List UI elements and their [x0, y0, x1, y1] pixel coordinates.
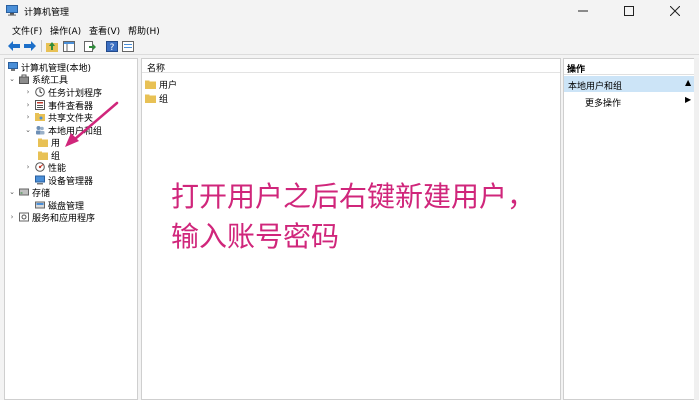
- close-icon: [670, 6, 680, 16]
- tree-item-label: 服务和应用程序: [32, 213, 96, 224]
- title-bar: 计算机管理: [0, 0, 699, 22]
- chevron-right-icon[interactable]: ›: [8, 213, 16, 221]
- maximize-button[interactable]: [606, 0, 652, 22]
- console-tree-pane: 计算机管理(本地) ⌄ 系统工具 › 任务计划程序 › 事件查看器 › 共享文件…: [4, 58, 138, 400]
- export-list-button[interactable]: [83, 39, 97, 53]
- results-pane: 名称 用户 组 打开用户之后右键新建用户， 输入账号密码: [141, 58, 561, 400]
- back-arrow-icon: [8, 41, 20, 51]
- annotation-arrow: [65, 101, 119, 147]
- storage-icon: [19, 187, 29, 197]
- more-actions-item[interactable]: 更多操作 ▶: [564, 94, 694, 109]
- chevron-up-icon[interactable]: ▲: [685, 78, 691, 87]
- close-button[interactable]: [652, 0, 698, 22]
- disk-icon: [35, 200, 45, 210]
- tree-item-services-apps[interactable]: › 服务和应用程序: [8, 211, 96, 224]
- properties-icon: [122, 40, 134, 52]
- properties-button[interactable]: [121, 39, 135, 53]
- actions-scrollbar[interactable]: [694, 58, 699, 400]
- up-level-button[interactable]: [45, 39, 59, 53]
- more-actions-label: 更多操作: [585, 99, 622, 109]
- menu-action[interactable]: 操作(A): [50, 24, 81, 37]
- up-folder-icon: [46, 41, 58, 52]
- column-header-name[interactable]: 名称: [142, 59, 560, 74]
- list-item-groups[interactable]: 组: [145, 92, 169, 105]
- chevron-right-icon: ▶: [685, 95, 692, 104]
- actions-section-label: 本地用户和组: [568, 82, 623, 92]
- list-item-label: 用户: [159, 80, 178, 91]
- tree-item-device-manager[interactable]: 设备管理器: [24, 174, 94, 187]
- menu-view[interactable]: 查看(V): [89, 24, 120, 37]
- menu-file[interactable]: 文件(F): [12, 24, 42, 37]
- help-button[interactable]: ?: [105, 39, 119, 53]
- services-icon: [19, 212, 29, 222]
- show-hide-tree-button[interactable]: [62, 39, 76, 53]
- forward-button[interactable]: [23, 39, 37, 53]
- menu-help[interactable]: 帮助(H): [128, 24, 160, 37]
- minimize-icon: [578, 10, 588, 12]
- folder-icon: [145, 80, 156, 89]
- svg-text:?: ?: [110, 43, 115, 52]
- chevron-down-icon[interactable]: ⌄: [8, 188, 16, 196]
- actions-pane: 操作 本地用户和组 ▲ 更多操作 ▶: [563, 58, 695, 400]
- tree-item-label: 设备管理器: [48, 176, 94, 187]
- device-manager-icon: [35, 175, 45, 185]
- tree-item-label: 存储: [32, 188, 51, 199]
- folder-icon: [145, 94, 156, 103]
- minimize-button[interactable]: [560, 0, 606, 22]
- actions-header: 操作: [564, 59, 694, 75]
- computer-management-window: 计算机管理 文件(F) 操作(A) 查看(V) 帮助(H) ? 计算机管理(本地…: [0, 0, 699, 400]
- forward-arrow-icon: [24, 41, 36, 51]
- toolbar-separator: [41, 40, 42, 52]
- menu-bar: 文件(F) 操作(A) 查看(V) 帮助(H): [0, 22, 699, 37]
- console-tree-icon: [63, 40, 75, 52]
- tree-item-storage[interactable]: ⌄ 存储: [8, 186, 51, 199]
- computer-management-icon: [6, 5, 18, 16]
- export-icon: [84, 40, 96, 52]
- list-item-users[interactable]: 用户: [145, 78, 178, 91]
- toolbar: ?: [0, 38, 699, 55]
- maximize-icon: [624, 6, 634, 16]
- tree-item-disk-management[interactable]: 磁盘管理: [24, 199, 84, 212]
- help-icon: ?: [106, 40, 118, 52]
- window-title: 计算机管理: [24, 8, 70, 18]
- annotation-text-line1: 打开用户之后右键新建用户，: [171, 180, 536, 213]
- actions-section-local-users-groups[interactable]: 本地用户和组 ▲: [564, 76, 694, 92]
- back-button[interactable]: [7, 39, 21, 53]
- column-header-label: 名称: [147, 64, 166, 74]
- annotation-text-line2: 输入账号密码: [171, 220, 340, 253]
- actions-header-label: 操作: [567, 65, 586, 75]
- list-item-label: 组: [159, 94, 169, 105]
